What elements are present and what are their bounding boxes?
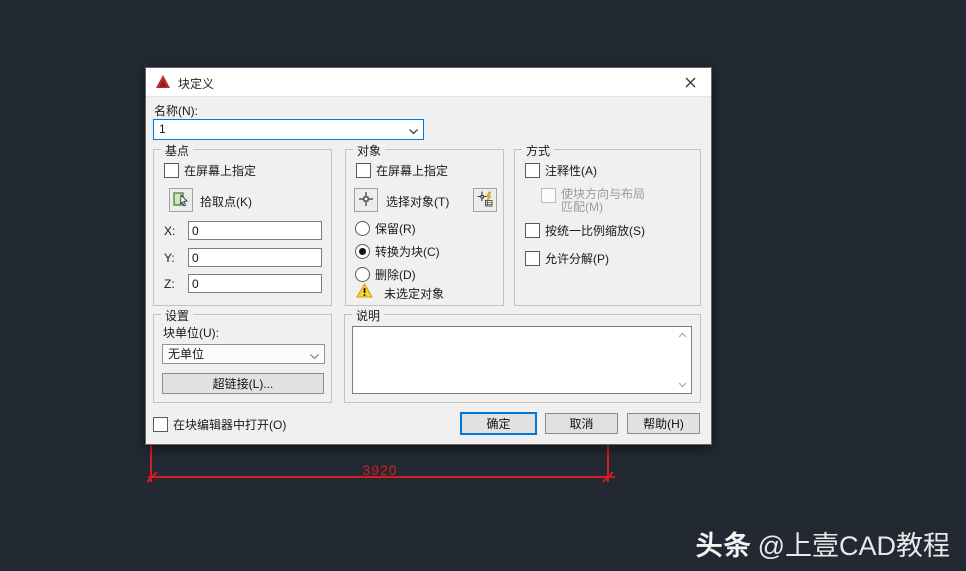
z-label: Z: xyxy=(164,277,175,291)
uniform-scale-label: 按统一比例缩放(S) xyxy=(545,224,645,238)
name-combobox[interactable]: 1 xyxy=(153,119,424,140)
block-definition-dialog: 块定义 名称(N): 1 基点 在屏幕上指定 拾取点(K) X: 0 Y: 0 … xyxy=(145,67,712,445)
objects-on-screen-label: 在屏幕上指定 xyxy=(376,164,449,178)
y-input[interactable] xyxy=(188,248,322,267)
retain-label: 保留(R) xyxy=(375,222,416,236)
name-label: 名称(N): xyxy=(154,104,198,118)
annotative-label: 注释性(A) xyxy=(545,164,597,178)
autocad-logo-icon xyxy=(155,74,171,90)
delete-label: 删除(D) xyxy=(375,268,416,282)
cancel-button[interactable]: 取消 xyxy=(545,413,618,434)
objects-on-screen-checkbox[interactable] xyxy=(356,163,371,178)
match-orientation-checkbox xyxy=(541,188,556,203)
close-icon[interactable] xyxy=(669,68,711,96)
allow-explode-checkbox[interactable] xyxy=(525,251,540,266)
z-input[interactable] xyxy=(188,274,322,293)
no-objects-selected-status: 未选定对象 xyxy=(384,287,445,301)
dialog-title: 块定义 xyxy=(178,77,215,91)
settings-group: 设置 块单位(U): 无单位 超链接(L)... xyxy=(153,307,332,403)
open-in-block-editor-label: 在块编辑器中打开(O) xyxy=(173,418,287,432)
select-objects-icon xyxy=(358,191,374,210)
base-point-group: 基点 在屏幕上指定 拾取点(K) X: Y: Z: xyxy=(153,142,332,306)
description-group: 说明 xyxy=(344,307,701,403)
name-value: 1 xyxy=(159,122,166,136)
x-label: X: xyxy=(164,224,176,238)
match-orientation-label-line1: 使块方向与布局 xyxy=(561,187,646,201)
quick-select-icon xyxy=(477,191,493,210)
select-objects-label: 选择对象(T) xyxy=(386,195,450,209)
hyperlink-button[interactable]: 超链接(L)... xyxy=(162,373,324,394)
description-legend: 说明 xyxy=(352,307,385,324)
block-unit-select[interactable]: 无单位 xyxy=(162,344,325,364)
pick-point-label: 拾取点(K) xyxy=(200,195,252,209)
pick-point-icon xyxy=(173,191,189,210)
behavior-group: 方式 注释性(A) 使块方向与布局 匹配(M) 按统一比例缩放(S) 允许分解(… xyxy=(514,142,701,306)
quick-select-button[interactable] xyxy=(473,188,497,212)
block-unit-value: 无单位 xyxy=(168,347,205,361)
objects-legend: 对象 xyxy=(353,142,386,159)
watermark-brand: 头条 xyxy=(695,531,752,561)
dimension-text: 3920 xyxy=(362,462,398,478)
objects-group: 对象 在屏幕上指定 选择对象(T) 保留(R) 转换为块(C) 删除(D) 未选… xyxy=(345,142,504,306)
watermark-handle: @上壹CAD教程 xyxy=(757,531,950,561)
uniform-scale-checkbox[interactable] xyxy=(525,223,540,238)
basepoint-on-screen-checkbox[interactable] xyxy=(164,163,179,178)
warning-icon xyxy=(356,282,373,301)
x-input[interactable] xyxy=(188,221,322,240)
block-unit-label: 块单位(U): xyxy=(163,326,219,340)
allow-explode-label: 允许分解(P) xyxy=(545,252,609,266)
select-objects-button[interactable] xyxy=(354,188,378,212)
chevron-down-icon[interactable] xyxy=(408,124,419,143)
annotative-checkbox[interactable] xyxy=(525,163,540,178)
open-in-block-editor-checkbox[interactable] xyxy=(153,417,168,432)
pick-point-button[interactable] xyxy=(169,188,193,212)
description-textarea[interactable] xyxy=(352,326,692,394)
base-point-legend: 基点 xyxy=(161,142,194,159)
dialog-titlebar[interactable]: 块定义 xyxy=(146,68,711,97)
scroll-up-icon[interactable] xyxy=(675,329,689,341)
watermark: 头条 @上壹CAD教程 xyxy=(696,524,950,563)
ok-button[interactable]: 确定 xyxy=(460,412,537,435)
help-button[interactable]: 帮助(H) xyxy=(627,413,700,434)
chevron-down-icon[interactable] xyxy=(309,349,320,367)
y-label: Y: xyxy=(164,251,175,265)
retain-radio[interactable] xyxy=(355,221,370,236)
scroll-down-icon[interactable] xyxy=(675,379,689,391)
behavior-legend: 方式 xyxy=(522,142,555,159)
convert-to-block-radio[interactable] xyxy=(355,244,370,259)
delete-radio[interactable] xyxy=(355,267,370,282)
settings-legend: 设置 xyxy=(161,307,194,324)
basepoint-on-screen-label: 在屏幕上指定 xyxy=(184,164,257,178)
convert-to-block-label: 转换为块(C) xyxy=(375,245,440,259)
autocad-canvas: 3920 头条 @上壹CAD教程 块定义 名称(N): 1 基点 在屏幕上指定 … xyxy=(0,0,966,571)
match-orientation-label-line2: 匹配(M) xyxy=(561,200,603,214)
